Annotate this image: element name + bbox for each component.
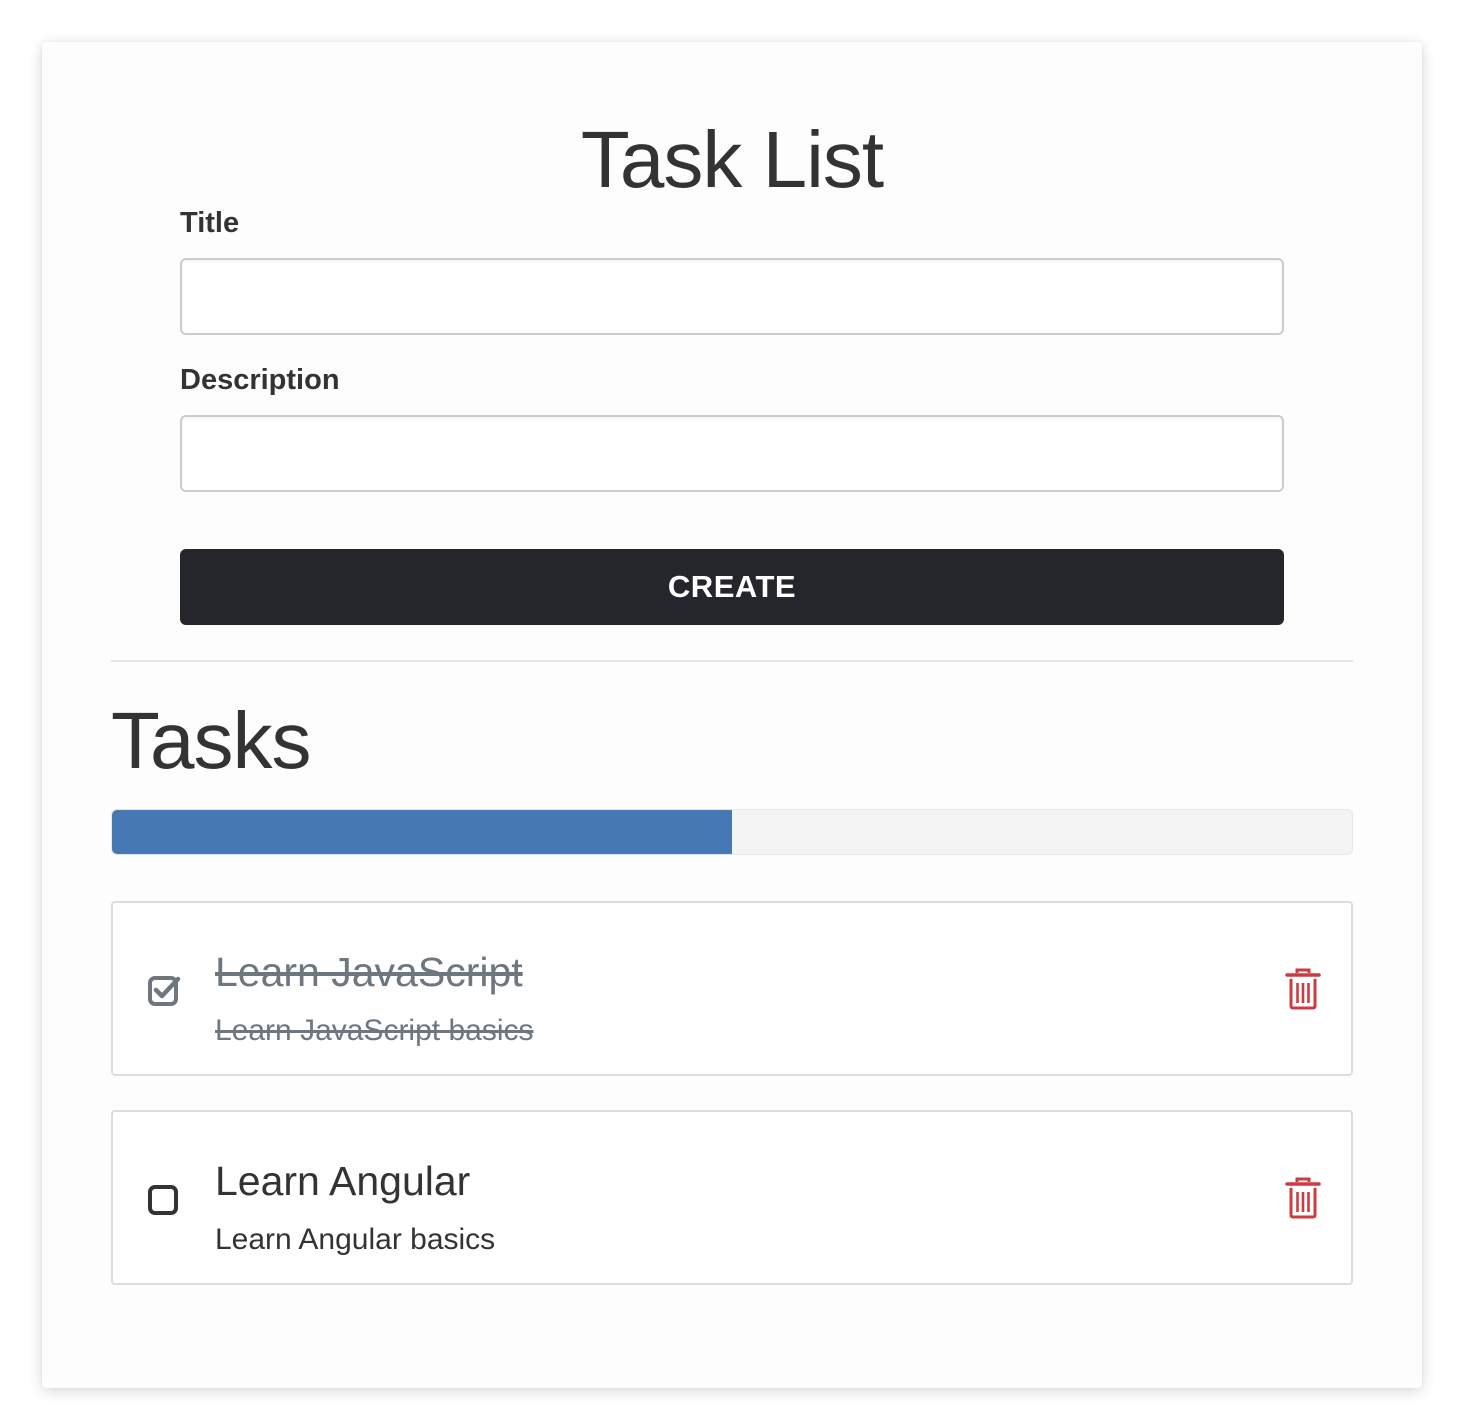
- trash-icon[interactable]: [1283, 1176, 1323, 1220]
- task-title: Learn Angular: [215, 1158, 471, 1204]
- tasks-heading: Tasks: [111, 696, 311, 785]
- description-label: Description: [180, 364, 340, 396]
- task-list-card: Task List Title Description CREATE Tasks…: [42, 42, 1422, 1388]
- create-button[interactable]: CREATE: [180, 549, 1284, 625]
- title-label: Title: [180, 207, 240, 239]
- check-square-icon[interactable]: [147, 973, 181, 1007]
- title-input[interactable]: [180, 258, 1284, 335]
- task-item: Learn JavaScript Learn JavaScript basics: [111, 901, 1353, 1076]
- progress-bar: [111, 809, 1353, 855]
- square-icon[interactable]: [147, 1182, 181, 1216]
- task-description: Learn JavaScript basics: [215, 1014, 534, 1047]
- divider: [111, 660, 1353, 662]
- page-title: Task List: [580, 115, 884, 204]
- task-description: Learn Angular basics: [215, 1223, 496, 1256]
- description-input[interactable]: [180, 415, 1284, 492]
- progress-fill: [112, 810, 732, 854]
- trash-icon[interactable]: [1283, 967, 1323, 1011]
- task-title: Learn JavaScript: [215, 949, 523, 995]
- task-item: Learn Angular Learn Angular basics: [111, 1110, 1353, 1285]
